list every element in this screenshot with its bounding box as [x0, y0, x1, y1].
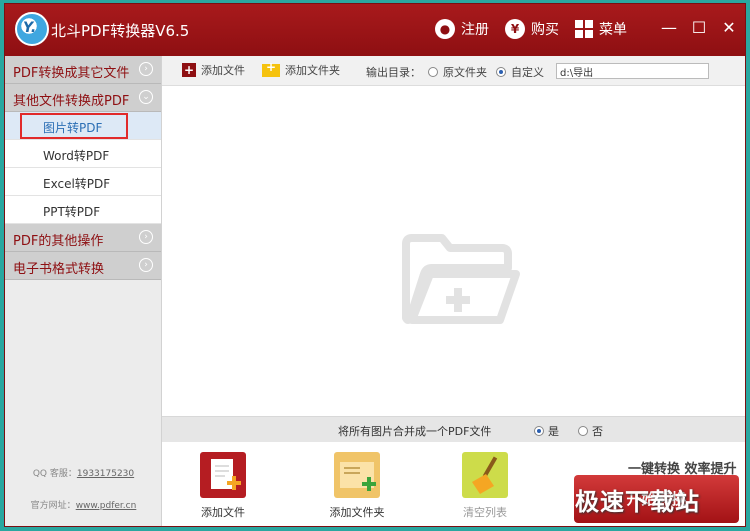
add-folder-placeholder-icon	[402, 234, 520, 324]
clear-list-button[interactable]: 清空列表	[450, 452, 520, 520]
merge-option-bar: 将所有图片合并成一个PDF文件 是 否	[162, 416, 745, 442]
category-label: PDF的其他操作	[13, 234, 104, 249]
radio-checked-icon	[534, 426, 544, 436]
yen-icon: ¥	[505, 19, 525, 39]
add-file-label: 添加文件	[201, 64, 245, 77]
user-icon: ●	[435, 19, 455, 39]
add-folder-tool-button[interactable]: 添加文件夹	[262, 60, 340, 78]
add-file-button[interactable]: 添加文件	[188, 452, 258, 520]
website-label: 官方网址：	[30, 501, 76, 511]
radio-label: 原文件夹	[443, 66, 487, 79]
sidebar-item-label: PPT转PDF	[43, 205, 101, 219]
add-file-tool-button[interactable]: + 添加文件	[182, 62, 245, 78]
add-folder-label: 添加文件夹	[285, 64, 340, 77]
sidebar-item-ppt-to-pdf[interactable]: PPT转PDF	[5, 196, 161, 224]
category-label: PDF转换成其它文件	[13, 66, 130, 81]
file-drop-area[interactable]	[162, 86, 745, 416]
app-title: 北斗PDF转换器V6.5	[51, 22, 190, 40]
add-file-icon	[200, 452, 246, 498]
add-folder-button[interactable]: 添加文件夹	[322, 452, 392, 520]
website-link[interactable]: www.pdfer.cn	[76, 501, 137, 511]
qq-support: QQ 客服：1933175230	[5, 466, 162, 479]
radio-label: 是	[548, 425, 559, 438]
toolbar: + 添加文件 添加文件夹 输出目录： 原文件夹 自定义	[162, 56, 745, 86]
radio-label: 自定义	[511, 66, 544, 79]
minimize-button[interactable]: —	[659, 18, 679, 37]
sidebar-item-label: Excel转PDF	[43, 177, 111, 191]
close-button[interactable]: ✕	[719, 18, 739, 37]
merge-label: 将所有图片合并成一个PDF文件	[338, 425, 492, 438]
merge-no-radio[interactable]: 否	[578, 423, 603, 439]
output-path-input[interactable]	[556, 63, 709, 79]
app-logo: Y.	[15, 12, 49, 46]
chevron-right-icon: ›	[139, 230, 153, 244]
title-bar: Y. 北斗PDF转换器V6.5 ● 注册 ¥ 购买 菜单 — ☐ ✕	[5, 4, 745, 56]
grid-menu-icon	[575, 20, 593, 38]
website-info: 官方网址：www.pdfer.cn	[5, 498, 162, 511]
radio-label: 否	[592, 425, 603, 438]
chevron-down-icon: ⌄	[139, 90, 153, 104]
app-window: Y. 北斗PDF转换器V6.5 ● 注册 ¥ 购买 菜单 — ☐ ✕ PDF转换…	[4, 3, 746, 527]
add-folder-icon	[334, 452, 380, 498]
add-file-label: 添加文件	[201, 506, 245, 519]
add-file-icon: +	[182, 63, 196, 77]
logo-text: Y.	[23, 20, 37, 36]
category-label: 其他文件转换成PDF	[13, 94, 130, 109]
output-dir-label: 输出目录：	[366, 66, 421, 79]
register-button[interactable]: ● 注册	[435, 19, 489, 39]
sidebar-category-pdf-other-ops[interactable]: PDF的其他操作 ›	[5, 224, 161, 252]
qq-label: QQ 客服：	[32, 469, 77, 479]
sidebar-item-word-to-pdf[interactable]: Word转PDF	[5, 140, 161, 168]
chevron-right-icon: ›	[139, 62, 153, 76]
folder-plus-icon	[262, 60, 280, 77]
sidebar: PDF转换成其它文件 › 其他文件转换成PDF ⌄ 图片转PDF Word转PD…	[5, 56, 162, 526]
buy-button[interactable]: ¥ 购买	[505, 19, 559, 39]
sidebar-category-other-to-pdf[interactable]: 其他文件转换成PDF ⌄	[5, 84, 161, 112]
menu-button[interactable]: 菜单	[575, 19, 627, 39]
maximize-button[interactable]: ☐	[689, 18, 709, 37]
sidebar-item-image-to-pdf[interactable]: 图片转PDF	[5, 112, 161, 140]
radio-checked-icon	[496, 67, 506, 77]
radio-custom-folder[interactable]: 自定义	[496, 64, 544, 80]
selection-highlight	[20, 113, 128, 139]
category-label: 电子书格式转换	[13, 262, 105, 277]
sidebar-category-pdf-to-other[interactable]: PDF转换成其它文件 ›	[5, 56, 161, 84]
watermark-text: 极速下载站	[575, 488, 700, 516]
clear-list-label: 清空列表	[463, 506, 507, 519]
broom-icon	[462, 452, 508, 498]
chevron-right-icon: ›	[139, 258, 153, 272]
merge-yes-radio[interactable]: 是	[534, 423, 559, 439]
menu-label: 菜单	[599, 22, 627, 38]
radio-original-folder[interactable]: 原文件夹	[428, 64, 487, 80]
add-folder-label: 添加文件夹	[329, 506, 385, 519]
sidebar-item-label: Word转PDF	[43, 149, 110, 163]
sidebar-item-excel-to-pdf[interactable]: Excel转PDF	[5, 168, 161, 196]
sidebar-category-ebook[interactable]: 电子书格式转换 ›	[5, 252, 161, 280]
radio-icon	[428, 67, 438, 77]
radio-icon	[578, 426, 588, 436]
register-label: 注册	[461, 22, 489, 38]
buy-label: 购买	[531, 22, 559, 38]
qq-link[interactable]: 1933175230	[77, 469, 134, 479]
